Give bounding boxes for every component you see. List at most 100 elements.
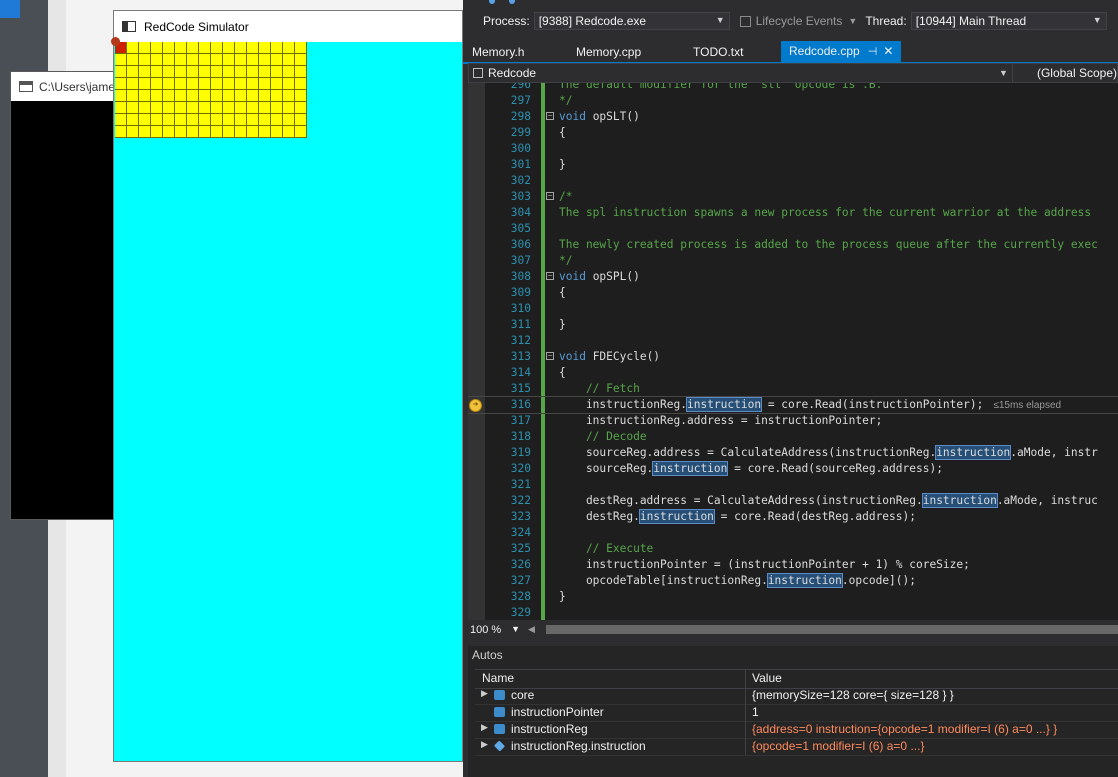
collapse-icon[interactable]: − [546, 352, 554, 360]
column-divider[interactable] [745, 670, 746, 688]
code-line[interactable]: 297 */ [468, 93, 1118, 109]
memory-cell [259, 114, 271, 126]
close-icon[interactable]: ✕ [883, 44, 893, 58]
perf-tip[interactable]: ≤15ms elapsed [993, 400, 1061, 411]
code-line[interactable]: 322 destReg.address = CalculateAddress(i… [468, 493, 1118, 509]
scope-dropdown[interactable]: (Global Scope) [1013, 66, 1117, 80]
variable-value[interactable]: {memorySize=128 core={ size=128 } } [752, 688, 954, 702]
autos-row[interactable]: instructionPointer 1 [475, 704, 1118, 722]
code-line[interactable]: 307 */ [468, 253, 1118, 269]
column-divider [745, 704, 746, 721]
code-line[interactable]: 324 [468, 525, 1118, 541]
memory-cell [235, 66, 247, 78]
tab-memory-h[interactable]: Memory.h [472, 43, 524, 62]
memory-cell [175, 114, 187, 126]
lifecycle-events-button[interactable]: Lifecycle Events [756, 14, 843, 28]
thread-dropdown[interactable]: [10944] Main Thread ▼ [910, 12, 1107, 30]
collapse-icon[interactable]: − [546, 272, 554, 280]
expand-arrow-icon[interactable]: ▶ [481, 722, 488, 733]
toolbar-icon[interactable] [509, 0, 515, 4]
code-line[interactable]: 300 [468, 141, 1118, 157]
code-line[interactable]: 309 { [468, 285, 1118, 301]
variable-value[interactable]: 1 [752, 705, 759, 719]
code-line[interactable]: 304 The spl instruction spawns a new proc… [468, 205, 1118, 221]
project-dropdown[interactable]: Redcode ▼ [469, 64, 1013, 82]
pin-icon[interactable]: ⊣ [868, 46, 878, 58]
name-column-header[interactable]: Name [482, 671, 514, 685]
code-line[interactable]: 319 sourceReg.address = CalculateAddress… [468, 445, 1118, 461]
code-line[interactable]: 316 ➜ instructionReg.instruction = core.R… [468, 396, 1118, 414]
zoom-value: 100 % [470, 623, 502, 636]
collapse-icon[interactable]: − [546, 192, 554, 200]
code-line[interactable]: 314 { [468, 365, 1118, 381]
code-line[interactable]: 313 − void FDECycle() [468, 349, 1118, 365]
console-window[interactable]: C:\Users\jame [10, 71, 120, 520]
horizontal-scrollbar[interactable] [546, 625, 1118, 634]
code-line[interactable]: 310 [468, 301, 1118, 317]
code-line[interactable]: 326 instructionPointer = (instructionPoi… [468, 557, 1118, 573]
code-line[interactable]: 320 sourceReg.instruction = core.Read(so… [468, 461, 1118, 477]
memory-cell [259, 102, 271, 114]
code-line[interactable]: 308 − void opSPL() [468, 269, 1118, 285]
memory-cell [247, 78, 259, 90]
column-divider [745, 721, 746, 738]
code-line[interactable]: 296 The default modifier for the 'slt' op… [468, 83, 1118, 93]
memory-cell [295, 126, 307, 138]
expand-arrow-icon[interactable]: ▶ [481, 739, 488, 750]
simulator-window[interactable]: RedCode Simulator [111, 10, 463, 762]
memory-cell [259, 42, 271, 54]
tab-redcode-cpp[interactable]: Redcode.cpp ⊣ ✕ [781, 41, 902, 62]
process-value: [9388] Redcode.exe [538, 14, 647, 28]
simulator-canvas[interactable] [114, 42, 462, 761]
value-column-header[interactable]: Value [752, 671, 782, 685]
code-line[interactable]: 315 // Fetch [468, 381, 1118, 397]
code-line[interactable]: 325 // Execute [468, 541, 1118, 557]
code-line[interactable]: 323 destReg.instruction = core.Read(dest… [468, 509, 1118, 525]
current-statement-icon[interactable]: ➜ [469, 399, 482, 412]
code-editor[interactable]: 296 The default modifier for the 'slt' op… [468, 83, 1118, 620]
code-line[interactable]: 317 instructionReg.address = instruction… [468, 413, 1118, 429]
chevron-down-icon[interactable]: ▼ [848, 16, 857, 26]
code-line[interactable]: 305 [468, 221, 1118, 237]
toolbar-icon[interactable] [489, 0, 495, 4]
code-line[interactable]: 312 [468, 333, 1118, 349]
memory-cell [151, 54, 163, 66]
code-line[interactable]: 306 The newly created process is added to… [468, 237, 1118, 253]
code-line[interactable]: 303 −/* [468, 189, 1118, 205]
memory-cell [187, 54, 199, 66]
memory-cell [235, 90, 247, 102]
console-titlebar[interactable]: C:\Users\jame [11, 72, 119, 101]
code-line[interactable]: 311} [468, 317, 1118, 333]
chevron-down-icon: ▼ [1092, 15, 1102, 25]
code-line[interactable]: 299 { [468, 125, 1118, 141]
code-line[interactable]: 302 [468, 173, 1118, 189]
variable-value[interactable]: {opcode=1 modifier=I (6) a=0 ...} [752, 739, 924, 753]
memory-cell [163, 42, 175, 54]
process-dropdown[interactable]: [9388] Redcode.exe ▼ [533, 12, 730, 30]
code-text: { [559, 366, 566, 379]
code-line[interactable]: 328} [468, 589, 1118, 605]
variable-value[interactable]: {address=0 instruction={opcode=1 modifie… [752, 722, 1057, 736]
zoom-dropdown[interactable]: 100 % ▼ [468, 624, 526, 636]
collapse-icon[interactable]: − [546, 112, 554, 120]
autos-row[interactable]: ▶ instructionReg.instruction {opcode=1 mod… [475, 738, 1118, 756]
simulator-titlebar[interactable]: RedCode Simulator [114, 11, 462, 42]
line-number: 296 [510, 83, 531, 91]
line-number: 301 [510, 158, 531, 171]
code-line[interactable]: 298 − void opSLT() [468, 109, 1118, 125]
tab-todo-txt[interactable]: TODO.txt [693, 43, 743, 62]
visual-studio-window: Process: [9388] Redcode.exe ▼ Lifecycle … [463, 0, 1118, 777]
memory-cell [247, 42, 259, 54]
autos-row[interactable]: ▶ core {memorySize=128 core={ size=128 } } [475, 687, 1118, 705]
code-line[interactable]: 318 // Decode [468, 429, 1118, 445]
chevron-down-icon: ▼ [999, 68, 1008, 78]
tab-memory-cpp[interactable]: Memory.cpp [576, 43, 641, 62]
code-line[interactable]: 321 [468, 477, 1118, 493]
code-line[interactable]: 301} [468, 157, 1118, 173]
code-line[interactable]: 327 opcodeTable[instructionReg.instructi… [468, 573, 1118, 589]
scroll-left-icon[interactable]: ◀ [528, 624, 535, 635]
autos-row[interactable]: ▶ instructionReg {address=0 instruction={o… [475, 721, 1118, 739]
expand-arrow-icon[interactable]: ▶ [481, 688, 488, 699]
code-line[interactable]: 329 [468, 605, 1118, 620]
memory-cell [295, 102, 307, 114]
